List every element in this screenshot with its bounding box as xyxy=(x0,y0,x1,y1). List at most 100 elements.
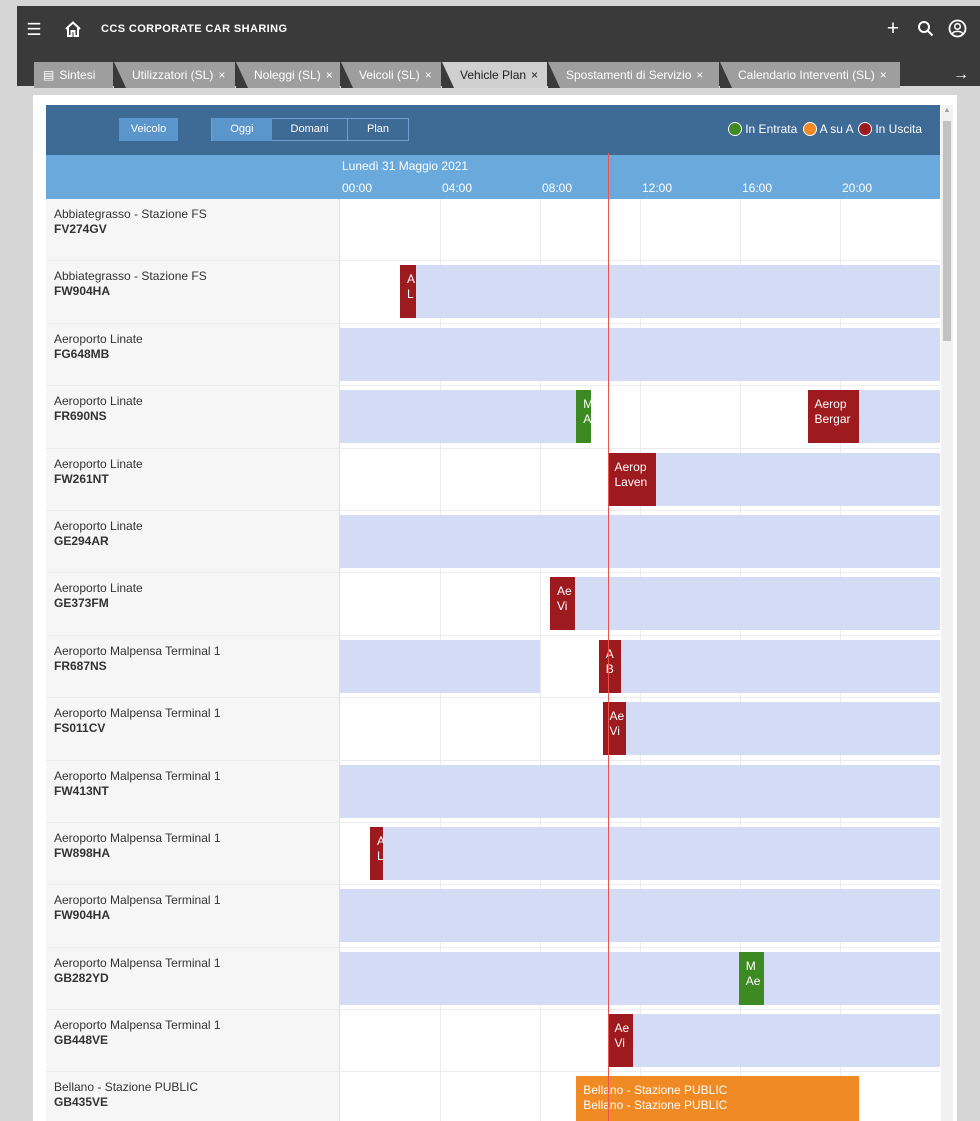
vehicle-timeline-track[interactable] xyxy=(340,760,940,822)
vehicle-timeline-track[interactable] xyxy=(340,510,940,573)
availability-block[interactable] xyxy=(656,452,940,506)
vehicle-timeline-track[interactable]: Aerop Laven xyxy=(340,448,940,510)
vehicle-label[interactable]: Aeroporto Linate GE294AR xyxy=(46,510,340,573)
vehicle-timeline-track[interactable]: Ae Vi xyxy=(340,1010,940,1072)
vehicle-timeline-track[interactable]: Bellano - Stazione PUBLIC Bellano - Stazi… xyxy=(340,1072,940,1121)
availability-block[interactable] xyxy=(340,764,940,818)
vehicle-timeline-track[interactable]: M A Aerop Bergar xyxy=(340,386,940,448)
booking-text: Bergar xyxy=(814,412,851,427)
availability-block[interactable] xyxy=(340,639,540,693)
availability-block[interactable] xyxy=(626,702,940,756)
availability-block[interactable] xyxy=(632,1014,940,1068)
tomorrow-button[interactable]: Domani xyxy=(272,118,348,141)
home-icon[interactable] xyxy=(63,20,83,43)
availability-block[interactable] xyxy=(575,577,940,631)
vehicle-label[interactable]: Aeroporto Linate GE373FM xyxy=(46,573,340,635)
vehicle-label[interactable]: Aeroporto Malpensa Terminal 1 GB448VE xyxy=(46,1010,340,1072)
vertical-scrollbar[interactable]: ▲ xyxy=(941,105,953,1121)
availability-block[interactable] xyxy=(763,951,940,1005)
vehicle-label[interactable]: Abbiategrasso - Stazione FS FW904HA xyxy=(46,261,340,323)
vehicle-timeline-track[interactable] xyxy=(340,199,940,261)
vehicle-label[interactable]: Aeroporto Linate FG648MB xyxy=(46,323,340,386)
booking-block-uscita[interactable]: Ae Vi xyxy=(602,702,627,756)
scroll-up-icon[interactable]: ▲ xyxy=(941,105,953,117)
booking-block-uscita[interactable]: AB xyxy=(598,639,622,693)
close-tab-icon[interactable]: × xyxy=(425,68,432,82)
booking-block-uscita[interactable]: Aerop Laven xyxy=(607,452,657,506)
tab-vehicle-plan[interactable]: Vehicle Plan × xyxy=(442,62,547,88)
legend: In Entrata A su A In Uscita xyxy=(726,121,922,137)
booking-block-entrata[interactable]: MA xyxy=(576,390,592,444)
today-button[interactable]: Oggi xyxy=(212,118,272,141)
vehicle-label[interactable]: Aeroporto Malpensa Terminal 1 FW413NT xyxy=(46,760,340,822)
booking-text: M xyxy=(583,397,592,412)
close-tab-icon[interactable]: × xyxy=(696,68,703,82)
close-tab-icon[interactable]: × xyxy=(326,68,333,82)
vehicle-label[interactable]: Aeroporto Malpensa Terminal 1 GB282YD xyxy=(46,947,340,1010)
vehicle-timeline-track[interactable]: Ae Vi xyxy=(340,698,940,760)
tab-spostamenti-di-servizio[interactable]: Spostamenti di Servizio × xyxy=(548,62,719,88)
booking-block-entrata[interactable]: M Ae xyxy=(738,951,764,1005)
vehicle-label[interactable]: Aeroporto Linate FR690NS xyxy=(46,386,340,448)
scrollbar-thumb[interactable] xyxy=(943,121,951,341)
vehicle-timeline-track[interactable] xyxy=(340,885,940,947)
availability-block[interactable] xyxy=(858,390,940,444)
tab-utilizzatori[interactable]: Utilizzatori (SL) × xyxy=(114,62,235,88)
availability-block[interactable] xyxy=(621,639,940,693)
booking-block-uscita[interactable]: AL xyxy=(400,265,417,319)
hour-gridline xyxy=(540,448,541,510)
vehicle-label[interactable]: Aeroporto Malpensa Terminal 1 FW904HA xyxy=(46,885,340,947)
booking-block-uscita[interactable]: Ae Vi xyxy=(550,577,575,631)
vehicle-plate: GB435VE xyxy=(54,1095,109,1110)
availability-block[interactable] xyxy=(340,390,577,444)
vehicle-label[interactable]: Bellano - Stazione PUBLIC GB435VE xyxy=(46,1072,340,1121)
availability-block[interactable] xyxy=(340,327,940,381)
tab-noleggi[interactable]: Noleggi (SL) × xyxy=(236,62,340,88)
booking-block-asua[interactable]: Bellano - Stazione PUBLIC Bellano - Stazi… xyxy=(576,1076,859,1121)
vehicle-label[interactable]: Abbiategrasso - Stazione FS FV274GV xyxy=(46,199,340,261)
availability-block[interactable] xyxy=(340,889,940,943)
vehicle-location: Aeroporto Malpensa Terminal 1 xyxy=(54,955,221,970)
tab-veicoli[interactable]: Veicoli (SL) × xyxy=(341,62,441,88)
vehicle-timeline-track[interactable] xyxy=(340,323,940,386)
hour-gridline xyxy=(440,1072,441,1121)
vehicle-plate: FS011CV xyxy=(54,721,106,736)
hour-gridline xyxy=(440,1010,441,1072)
availability-block[interactable] xyxy=(340,951,739,1005)
vehicle-timeline-track[interactable]: Ae Vi xyxy=(340,573,940,635)
availability-block[interactable] xyxy=(340,514,940,568)
document-icon: ▤ xyxy=(43,68,55,82)
booking-block-uscita[interactable]: AL xyxy=(370,826,383,880)
vehicle-plate: FW413NT xyxy=(54,783,109,798)
hour-gridline xyxy=(640,199,641,261)
booking-block-uscita[interactable]: Aerop Bergar xyxy=(807,390,859,444)
legend-in-entrata: In Entrata xyxy=(745,122,798,136)
booking-block-uscita[interactable]: Ae Vi xyxy=(607,1014,633,1068)
tab-sintesi[interactable]: ▤ Sintesi xyxy=(34,62,113,88)
hamburger-menu-icon[interactable]: ☰ xyxy=(25,20,43,40)
close-tab-icon[interactable]: × xyxy=(531,68,538,82)
time-tick-label: 00:00 xyxy=(342,181,373,195)
vehicle-timeline-track[interactable]: AL xyxy=(340,822,940,885)
vehicle-label[interactable]: Aeroporto Linate FW261NT xyxy=(46,448,340,510)
vehicle-timeline-track[interactable]: AB xyxy=(340,635,940,698)
close-tab-icon[interactable]: × xyxy=(218,68,225,82)
plan-button[interactable]: Plan xyxy=(348,118,408,141)
user-account-icon[interactable] xyxy=(947,19,967,43)
vehicle-timeline-track[interactable]: M Ae xyxy=(340,947,940,1010)
plus-icon[interactable]: + xyxy=(884,18,902,39)
vehicle-timeline-track[interactable]: AL xyxy=(340,261,940,323)
vehicle-label[interactable]: Aeroporto Malpensa Terminal 1 FS011CV xyxy=(46,698,340,760)
availability-block[interactable] xyxy=(416,265,940,319)
vehicle-label[interactable]: Aeroporto Malpensa Terminal 1 FR687NS xyxy=(46,635,340,698)
current-time-line xyxy=(607,153,609,1121)
app-title: CCS CORPORATE CAR SHARING xyxy=(101,23,288,35)
arrow-right-icon[interactable]: → xyxy=(952,65,970,85)
vehicle-label[interactable]: Aeroporto Malpensa Terminal 1 FW898HA xyxy=(46,822,340,885)
search-icon[interactable] xyxy=(916,20,934,42)
vehicle-plate: FV274GV xyxy=(54,222,107,236)
vehicle-view-button[interactable]: Veicolo xyxy=(119,118,178,141)
tab-calendario-interventi[interactable]: Calendario Interventi (SL) × xyxy=(720,62,900,88)
availability-block[interactable] xyxy=(382,826,940,880)
close-tab-icon[interactable]: × xyxy=(880,68,887,82)
